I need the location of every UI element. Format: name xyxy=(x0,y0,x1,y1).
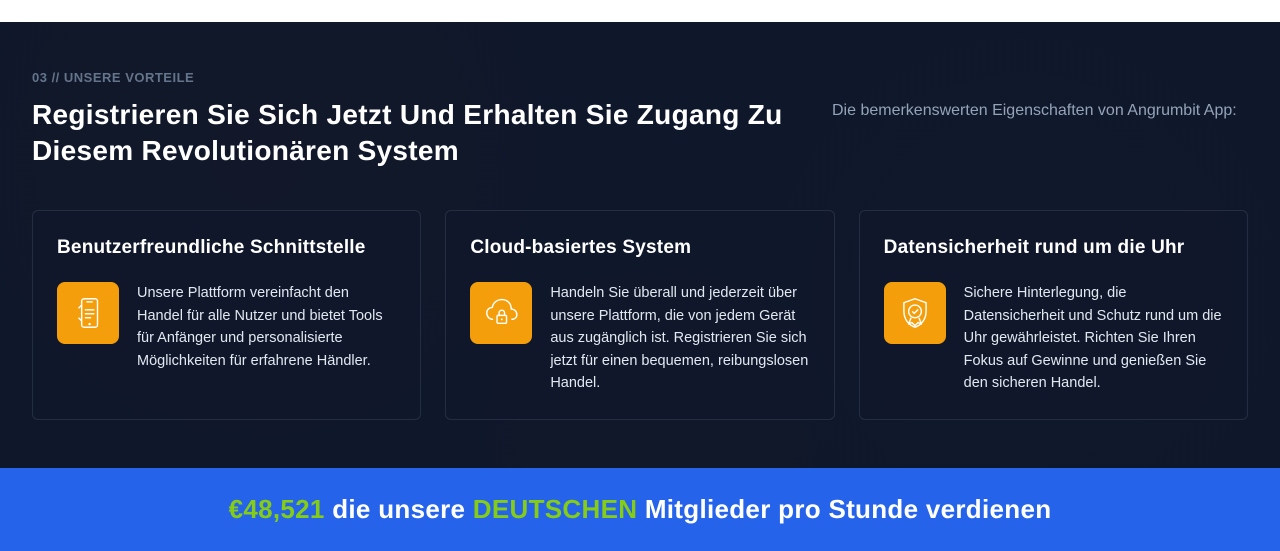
card-desc: Sichere Hinterlegung, die Datensicherhei… xyxy=(964,282,1223,394)
banner-highlight: DEUTSCHEN xyxy=(473,494,638,524)
card-body: Handeln Sie überall und jederzeit über u… xyxy=(470,282,809,394)
card-title: Datensicherheit rund um die Uhr xyxy=(884,235,1223,261)
cards-row: Benutzerfreundliche Schnittstelle Unsere… xyxy=(32,210,1248,420)
card-cloud: Cloud-basiertes System Handeln Sie übera… xyxy=(445,210,834,420)
header-left: 03 // UNSERE VORTEILE Registrieren Sie S… xyxy=(32,70,792,170)
banner-text: €48,521 die unsere DEUTSCHEN Mitglieder … xyxy=(32,494,1248,525)
phone-icon xyxy=(57,282,119,344)
top-spacer xyxy=(0,0,1280,22)
subtext: Die bemerkenswerten Eigenschaften von An… xyxy=(832,98,1248,124)
header-row: 03 // UNSERE VORTEILE Registrieren Sie S… xyxy=(32,70,1248,170)
stats-banner: €48,521 die unsere DEUTSCHEN Mitglieder … xyxy=(0,468,1280,551)
eyebrow: 03 // UNSERE VORTEILE xyxy=(32,70,792,85)
banner-mid2: Mitglieder pro Stunde verdienen xyxy=(637,494,1051,524)
banner-mid1: die unsere xyxy=(325,494,473,524)
header-right: Die bemerkenswerten Eigenschaften von An… xyxy=(832,70,1248,170)
shield-badge-icon xyxy=(884,282,946,344)
card-interface: Benutzerfreundliche Schnittstelle Unsere… xyxy=(32,210,421,420)
card-title: Benutzerfreundliche Schnittstelle xyxy=(57,235,396,261)
card-desc: Unsere Plattform vereinfacht den Handel … xyxy=(137,282,396,372)
card-body: Unsere Plattform vereinfacht den Handel … xyxy=(57,282,396,372)
benefits-section: 03 // UNSERE VORTEILE Registrieren Sie S… xyxy=(0,22,1280,468)
cloud-lock-icon xyxy=(470,282,532,344)
card-desc: Handeln Sie überall und jederzeit über u… xyxy=(550,282,809,394)
card-body: Sichere Hinterlegung, die Datensicherhei… xyxy=(884,282,1223,394)
banner-amount: €48,521 xyxy=(229,494,325,524)
card-title: Cloud-basiertes System xyxy=(470,235,809,261)
card-security: Datensicherheit rund um die Uhr Sichere … xyxy=(859,210,1248,420)
headline: Registrieren Sie Sich Jetzt Und Erhalten… xyxy=(32,97,792,170)
